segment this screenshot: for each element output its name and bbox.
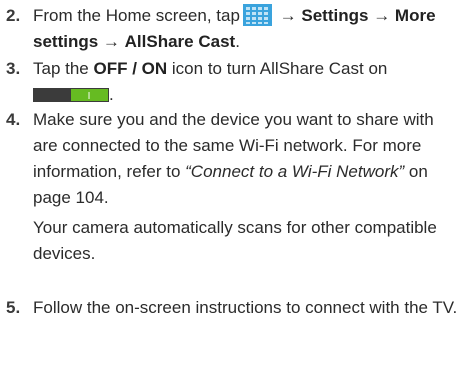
off-on-label: OFF / ON [93,59,168,78]
step-text: Tap the OFF / ON icon to turn AllShare C… [33,56,461,108]
step-text-part: From the Home screen, tap [33,6,240,25]
step-text: Follow the on-screen instructions to con… [33,298,458,317]
more-settings-label-a: More [394,6,436,25]
arrow-glyph: → [279,6,297,25]
more-settings-label-b: settings [33,32,99,51]
step-number: 4. [6,110,21,129]
period: . [109,85,114,104]
arrow-glyph: → [102,32,120,51]
step-3: 3. Tap the OFF / ON icon to turn AllShar… [0,56,469,106]
step-5: 5. Follow the on-screen instructions to … [0,295,469,355]
arrow-glyph: → [373,6,391,25]
on-off-toggle-icon: I [33,84,109,102]
cross-reference-link: “Connect to a Wi-Fi Network” [185,162,405,181]
step-number: 3. [6,59,21,78]
manual-page: 2. From the Home screen, tap → Settings … [0,0,469,367]
step-2: 2. From the Home screen, tap → Settings … [0,3,469,55]
step-note: Your camera automatically scans for othe… [33,218,437,263]
step-number: 2. [6,6,21,25]
step-text-part: icon to turn AllShare Cast on [171,59,388,78]
step-text-part: Tap the [33,59,89,78]
settings-label: Settings [301,6,369,25]
step-text: From the Home screen, tap → Settings → M… [33,3,461,55]
apps-grid-icon [242,4,272,26]
toggle-label: I [88,91,91,102]
step-text: Make sure you and the device you want to… [33,107,461,267]
step-4: 4. Make sure you and the device you want… [0,107,469,293]
allshare-cast-label: AllShare Cast [124,32,236,51]
period: . [235,32,240,51]
step-number: 5. [6,298,21,317]
